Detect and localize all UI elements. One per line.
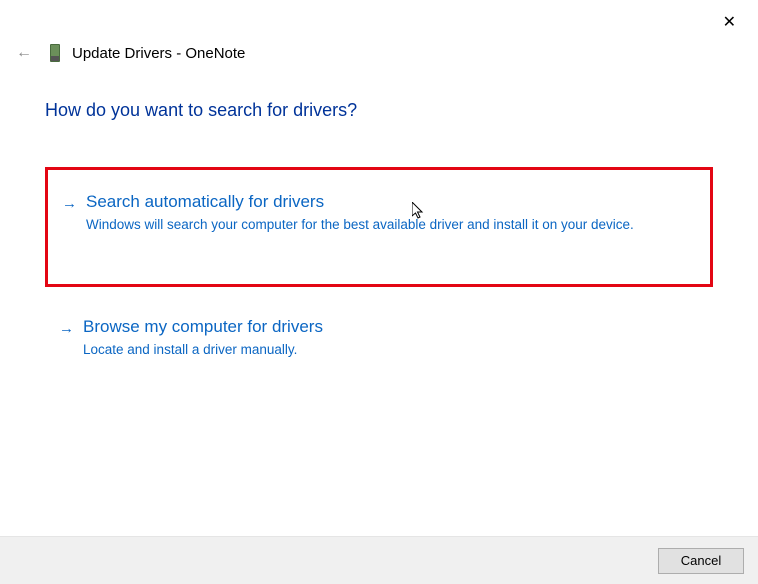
option-title: Search automatically for drivers <box>86 192 682 212</box>
back-arrow-icon[interactable]: ← <box>10 42 38 64</box>
option-description: Locate and install a driver manually. <box>83 341 685 359</box>
option-browse-computer[interactable]: → Browse my computer for drivers Locate … <box>45 303 713 373</box>
update-drivers-dialog: ✕ ← Update Drivers - OneNote How do you … <box>0 0 758 584</box>
close-icon[interactable]: ✕ <box>715 8 744 36</box>
option-description: Windows will search your computer for th… <box>86 216 682 234</box>
options-list: → Search automatically for drivers Windo… <box>45 167 713 373</box>
cancel-button[interactable]: Cancel <box>658 548 744 574</box>
dialog-title: Update Drivers - OneNote <box>72 45 245 62</box>
arrow-right-icon: → <box>59 320 74 337</box>
arrow-right-icon: → <box>62 195 77 212</box>
dialog-header: ← Update Drivers - OneNote <box>10 42 738 64</box>
option-title: Browse my computer for drivers <box>83 317 685 337</box>
option-search-automatically[interactable]: → Search automatically for drivers Windo… <box>45 167 713 287</box>
dialog-footer: Cancel <box>0 536 758 584</box>
dialog-content: How do you want to search for drivers? →… <box>45 100 713 373</box>
device-icon <box>50 44 60 62</box>
dialog-heading: How do you want to search for drivers? <box>45 100 713 121</box>
